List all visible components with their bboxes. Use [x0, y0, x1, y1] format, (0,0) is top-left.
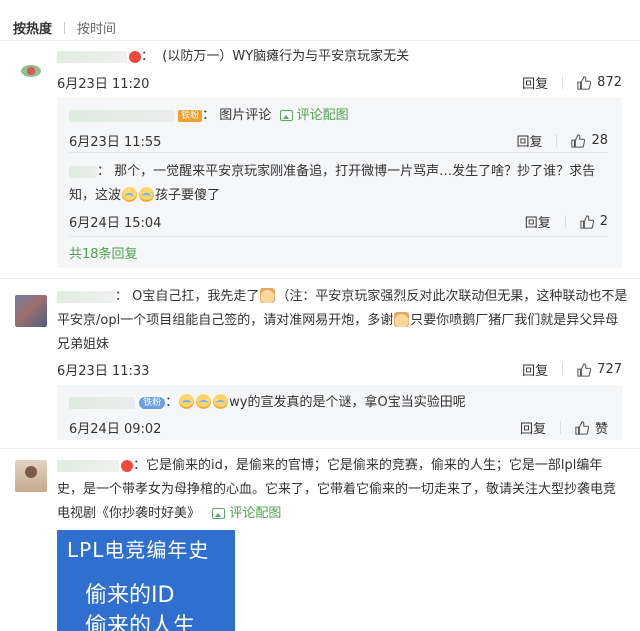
comment-divider — [0, 448, 640, 449]
username-blurred[interactable] — [69, 165, 97, 178]
reply-text: 铁粉： 图片评论 评论配图 — [69, 107, 349, 125]
username-blurred[interactable] — [57, 459, 119, 472]
comment-text: ： (以防万一）WY脑瘫行为与平安京玩家无关 — [57, 48, 409, 66]
header-divider — [0, 40, 640, 41]
like-button[interactable]: 727 — [577, 362, 622, 377]
comment-text: ： O宝自己扛，我先走了 （注：平安京玩家强烈反对此次联动但无果，这种联动也不是 — [57, 288, 627, 306]
sort-by-time-tab[interactable]: 按时间 — [77, 18, 116, 37]
comment-image[interactable]: LPL电竞编年史 偷来的ID 偷来的人生 — [57, 530, 235, 631]
thumbs-up-icon — [575, 420, 589, 435]
like-button[interactable]: 28 — [571, 133, 608, 148]
reply-button[interactable]: 回复 — [525, 212, 551, 231]
reply-text: ： 那个，一觉醒来平安京玩家刚准备追，打开微博一片骂声…发生了啥？抄了谁？求告 — [69, 163, 595, 181]
comment-text-line2: 平安京/opl一个项目组能自己签的，请对准网易开炮，多谢 只要你喷鹅厂猪厂我们就是… — [57, 312, 619, 328]
username-blurred[interactable] — [57, 50, 127, 63]
reply-divider — [69, 236, 608, 237]
crying-emoji-icon — [139, 187, 155, 202]
like-button[interactable]: 872 — [577, 75, 622, 90]
reply-time: 6月24日 15:04 — [69, 216, 162, 231]
crying-emoji-icon — [196, 394, 212, 409]
thumbs-up-icon — [577, 362, 592, 377]
actions-divider — [562, 363, 564, 376]
like-label: 赞 — [594, 422, 608, 437]
reply-text: 铁粉： wy的宣发真的是个谜，拿O宝当实验田呢 — [69, 394, 466, 412]
more-replies-link[interactable]: 共18条回复 — [69, 246, 138, 264]
comment-text-line3: 兄弟姐妹 — [57, 337, 110, 352]
comment-divider — [0, 278, 640, 279]
avatar[interactable] — [15, 460, 47, 492]
like-count: 2 — [599, 214, 608, 229]
actions-divider — [556, 134, 558, 147]
reply-time: 6月23日 11:55 — [69, 135, 162, 150]
like-button[interactable]: 2 — [580, 214, 608, 229]
sort-by-hot-tab[interactable]: 按热度 — [13, 18, 52, 37]
fan-badge: 铁粉 — [178, 109, 203, 122]
fan-badge: 铁粉 — [139, 396, 166, 409]
like-count: 872 — [597, 75, 622, 90]
actions-divider — [562, 76, 564, 89]
reply-actions: 回复 2 — [525, 212, 608, 231]
reply-button[interactable]: 回复 — [522, 73, 548, 92]
vip-badge-icon — [129, 50, 141, 63]
actions-divider — [559, 421, 561, 434]
comment-actions: 回复 727 — [522, 360, 622, 379]
thumbs-up-icon — [580, 214, 594, 229]
image-title: LPL电竞编年史 — [67, 538, 210, 562]
comment-time: 6月23日 11:20 — [57, 77, 150, 92]
reply-actions: 回复 28 — [516, 131, 608, 150]
picture-icon — [279, 110, 293, 121]
vip-badge-icon — [121, 459, 133, 472]
reply-text-line2: 知，这波 孩子要傻了 — [69, 187, 221, 203]
comment-text-line3: 电视剧《你抄袭时好美》 评论配图 — [57, 506, 282, 521]
crying-emoji-icon — [179, 394, 195, 409]
sort-bar: 按热度 按时间 — [13, 18, 116, 37]
reply-button[interactable]: 回复 — [516, 131, 542, 150]
actions-divider — [564, 215, 566, 228]
pic-link[interactable]: 评论配图 — [279, 108, 349, 123]
like-button[interactable]: 赞 — [575, 418, 608, 437]
comment-actions: 回复 872 — [522, 73, 622, 92]
reply-button[interactable]: 回复 — [520, 418, 546, 437]
username-blurred[interactable] — [57, 290, 115, 303]
crying-emoji-icon — [213, 394, 229, 409]
thumbs-up-icon — [577, 75, 592, 90]
like-count: 28 — [591, 133, 608, 148]
image-line: 偷来的ID — [85, 583, 175, 608]
avatar[interactable] — [15, 295, 47, 327]
comment-text: ：它是偷来的id，是偷来的官博；它是偷来的竞赛，偷来的人生；它是一部lpl编年 — [57, 457, 602, 475]
crying-emoji-icon — [122, 187, 138, 202]
reply-actions: 回复 赞 — [520, 418, 608, 437]
username-blurred[interactable] — [69, 396, 135, 409]
folded-hands-emoji-icon — [260, 288, 276, 303]
sort-divider — [64, 21, 66, 34]
comment-text-line2: 史，是一个带孝女为母挣棺的心血。它来了，它带着它偷来的一切走来了，敬请关注大型抄… — [57, 482, 617, 497]
picture-icon — [212, 508, 226, 519]
username-blurred[interactable] — [69, 109, 174, 122]
reply-divider — [69, 152, 608, 153]
like-count: 727 — [597, 362, 622, 377]
thumbs-up-icon — [571, 133, 586, 148]
comment-time: 6月23日 11:33 — [57, 364, 150, 379]
reply-time: 6月24日 09:02 — [69, 422, 162, 437]
image-line: 偷来的人生 — [85, 614, 196, 631]
reply-button[interactable]: 回复 — [522, 360, 548, 379]
pic-link[interactable]: 评论配图 — [212, 506, 281, 521]
avatar[interactable] — [15, 55, 47, 87]
folded-hands-emoji-icon — [394, 312, 410, 327]
